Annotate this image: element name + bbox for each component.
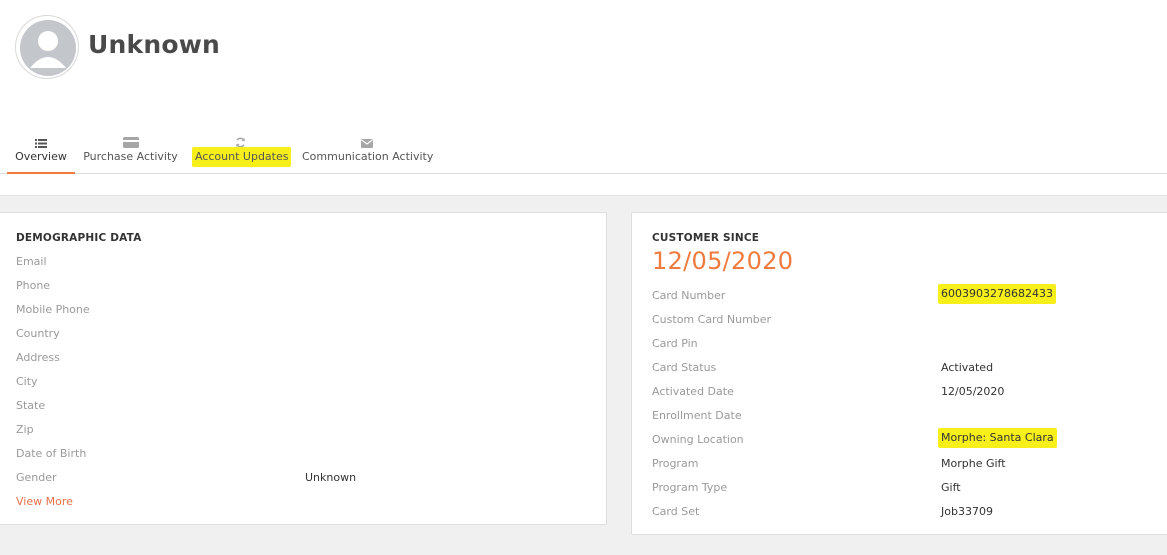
tab-bar: Overview Purchase Activity Account Updat… [0, 120, 1167, 174]
field-label: Card Pin [652, 337, 698, 350]
owning-location-value: Morphe: Santa Clara [938, 428, 1057, 448]
field-label: Mobile Phone [16, 303, 90, 316]
field-value: 12/05/2020 [941, 385, 1005, 398]
field-label: Country [16, 327, 60, 340]
tab-account-updates-label: Account Updates [192, 147, 292, 167]
field-label: Enrollment Date [652, 409, 742, 422]
demographic-title: DEMOGRAPHIC DATA [16, 232, 142, 244]
field-value: Job33709 [941, 505, 993, 518]
field-label: Email [16, 255, 47, 268]
field-label: City [16, 375, 38, 388]
tab-communication-activity[interactable]: Communication Activity [302, 120, 434, 174]
field-label: Zip [16, 423, 34, 436]
field-label: Gender [16, 471, 57, 484]
card-number-value: 6003903278682433 [938, 284, 1056, 304]
field-label: Card Status [652, 361, 717, 374]
profile-name: Unknown [88, 30, 220, 59]
avatar-icon [15, 15, 79, 79]
profile-header: Unknown [0, 0, 1167, 120]
field-value: Gift [941, 481, 961, 494]
field-label: Program [652, 457, 699, 470]
field-label: Program Type [652, 481, 728, 494]
field-label: Phone [16, 279, 51, 292]
field-label: Custom Card Number [652, 313, 772, 326]
content-area: DEMOGRAPHIC DATA Email Phone Mobile Phon… [0, 195, 1167, 555]
view-more-link[interactable]: View More [16, 495, 73, 508]
tab-purchase-activity[interactable]: Purchase Activity [83, 120, 178, 174]
field-label: Card Set [652, 505, 700, 518]
field-value: Morphe Gift [941, 457, 1006, 470]
customer-since-date: 12/05/2020 [652, 247, 794, 275]
envelope-icon [302, 133, 432, 148]
field-label: Card Number [652, 289, 726, 302]
list-icon [7, 133, 75, 148]
customer-card: CUSTOMER SINCE 12/05/2020 Card Number 60… [631, 212, 1167, 535]
tab-overview-label: Overview [15, 150, 67, 163]
field-label: Activated Date [652, 385, 734, 398]
refresh-icon [192, 133, 288, 148]
field-value: Unknown [305, 471, 357, 484]
field-label: Owning Location [652, 433, 744, 446]
field-label: State [16, 399, 46, 412]
credit-card-icon [83, 133, 178, 148]
demographic-card: DEMOGRAPHIC DATA Email Phone Mobile Phon… [0, 212, 607, 525]
customer-since-title: CUSTOMER SINCE [652, 232, 760, 244]
field-value: Activated [941, 361, 994, 374]
field-label: Address [16, 351, 60, 364]
tab-communication-activity-label: Communication Activity [302, 150, 434, 163]
tab-purchase-activity-label: Purchase Activity [83, 150, 178, 163]
field-label: Date of Birth [16, 447, 87, 460]
tab-account-updates[interactable]: Account Updates [192, 120, 292, 174]
tab-overview[interactable]: Overview [7, 120, 75, 174]
